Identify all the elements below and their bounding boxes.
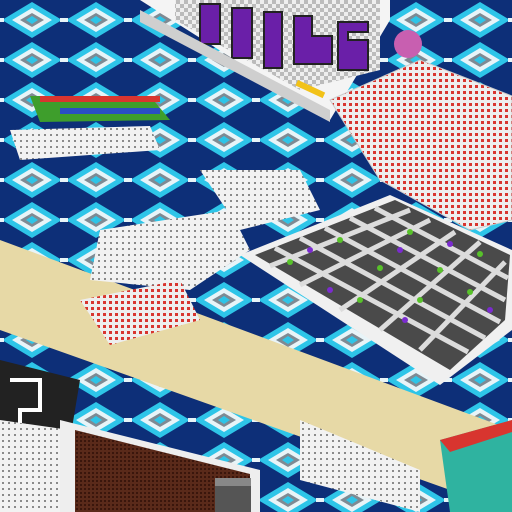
green-piece[interactable] — [417, 297, 423, 303]
red-seat-row — [40, 96, 160, 102]
purple-piece[interactable] — [402, 317, 408, 323]
green-piece[interactable] — [357, 297, 363, 303]
green-piece[interactable] — [437, 267, 443, 273]
green-piece[interactable] — [467, 289, 473, 295]
green-piece[interactable] — [407, 229, 413, 235]
purple-piece[interactable] — [447, 241, 453, 247]
purple-piece[interactable] — [487, 307, 493, 313]
green-piece[interactable] — [287, 259, 293, 265]
green-piece[interactable] — [377, 265, 383, 271]
blue-seat-row — [60, 108, 160, 114]
purple-piece[interactable] — [397, 247, 403, 253]
green-piece[interactable] — [337, 237, 343, 243]
purple-piece[interactable] — [307, 247, 313, 253]
green-piece[interactable] — [477, 251, 483, 257]
pink-decoration — [394, 30, 422, 58]
game-viewport[interactable] — [0, 0, 512, 512]
grey-block-top — [215, 478, 251, 486]
purple-piece[interactable] — [327, 287, 333, 293]
stands-bottom-left — [0, 420, 70, 512]
